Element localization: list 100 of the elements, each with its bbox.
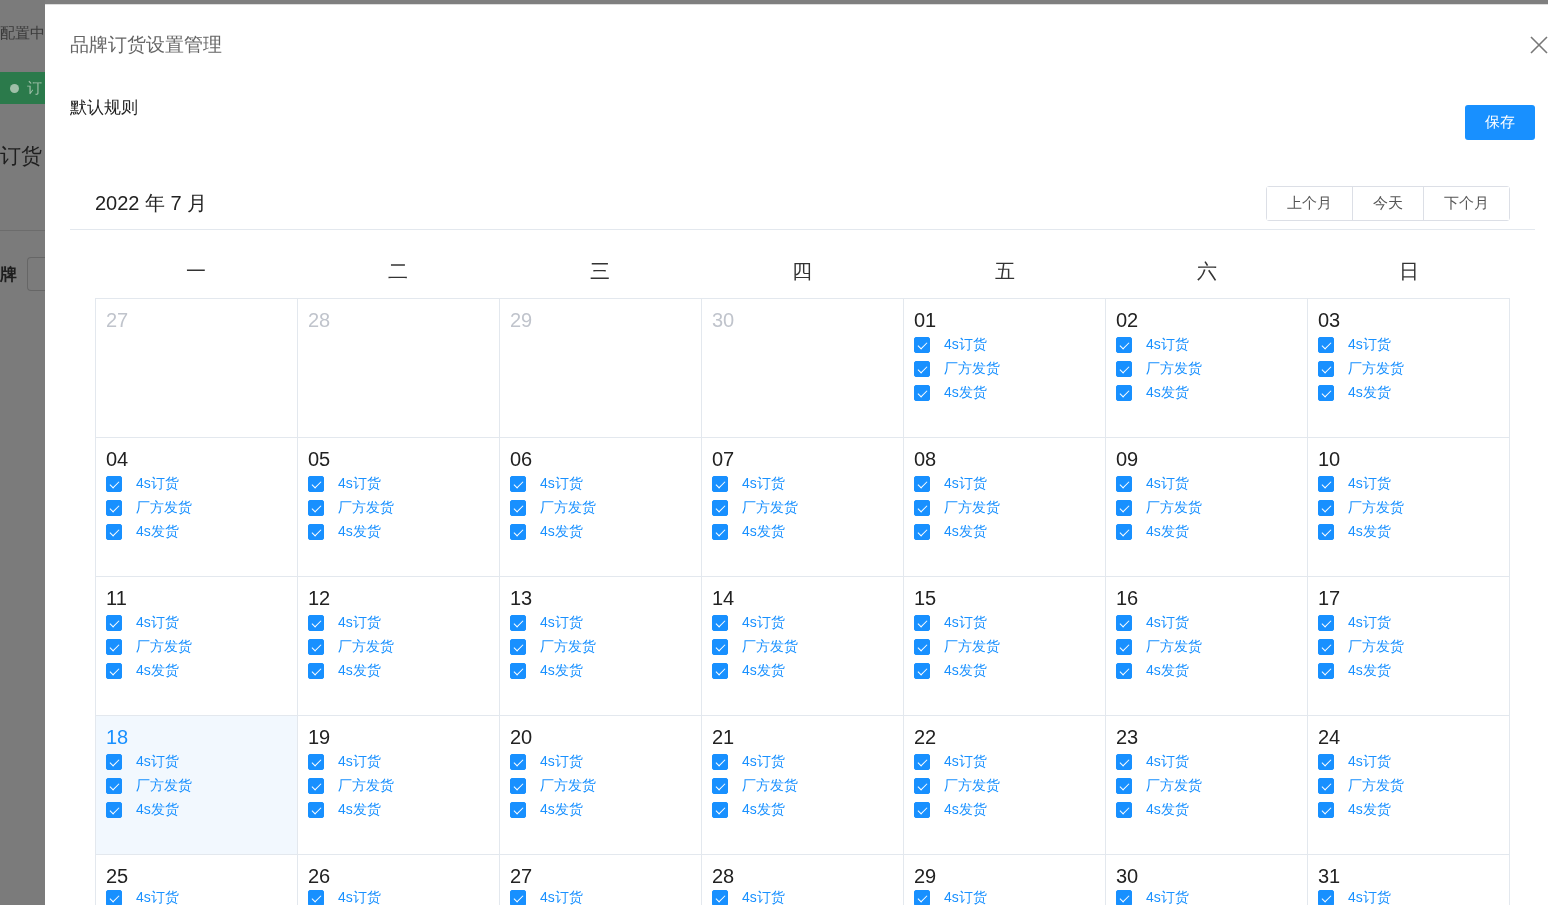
checkbox[interactable] bbox=[1116, 754, 1132, 770]
checkbox[interactable] bbox=[914, 524, 930, 540]
checkbox[interactable] bbox=[914, 890, 930, 905]
checkbox[interactable] bbox=[106, 615, 122, 631]
checkbox[interactable] bbox=[1116, 778, 1132, 794]
day-cell[interactable]: 31 4s订货 bbox=[1308, 855, 1510, 905]
checkbox[interactable] bbox=[914, 476, 930, 492]
checkbox[interactable] bbox=[1318, 337, 1334, 353]
checkbox[interactable] bbox=[914, 802, 930, 818]
checkbox[interactable] bbox=[914, 754, 930, 770]
day-cell[interactable]: 27 4s订货 bbox=[500, 855, 702, 905]
checkbox[interactable] bbox=[1318, 615, 1334, 631]
checkbox[interactable] bbox=[106, 778, 122, 794]
day-cell[interactable]: 30 4s订货 bbox=[1106, 855, 1308, 905]
day-cell[interactable]: 26 4s订货 bbox=[298, 855, 500, 905]
nav-button[interactable]: 下个月 bbox=[1423, 187, 1509, 220]
checkbox[interactable] bbox=[712, 524, 728, 540]
checkbox[interactable] bbox=[914, 361, 930, 377]
checkbox[interactable] bbox=[510, 802, 526, 818]
close-icon[interactable] bbox=[1530, 36, 1548, 54]
checkbox[interactable] bbox=[308, 754, 324, 770]
checkbox[interactable] bbox=[1318, 476, 1334, 492]
day-cell[interactable]: 16 4s订货 厂方发货 4s发货 bbox=[1106, 577, 1308, 716]
checkbox[interactable] bbox=[914, 639, 930, 655]
checkbox[interactable] bbox=[1318, 500, 1334, 516]
checkbox[interactable] bbox=[712, 500, 728, 516]
checkbox[interactable] bbox=[1116, 663, 1132, 679]
day-cell[interactable]: 29 4s订货 bbox=[904, 855, 1106, 905]
checkbox[interactable] bbox=[914, 615, 930, 631]
checkbox[interactable] bbox=[106, 524, 122, 540]
checkbox[interactable] bbox=[510, 639, 526, 655]
checkbox[interactable] bbox=[106, 802, 122, 818]
checkbox[interactable] bbox=[1318, 778, 1334, 794]
checkbox[interactable] bbox=[308, 639, 324, 655]
day-cell[interactable]: 13 4s订货 厂方发货 4s发货 bbox=[500, 577, 702, 716]
checkbox[interactable] bbox=[914, 385, 930, 401]
checkbox[interactable] bbox=[712, 663, 728, 679]
checkbox[interactable] bbox=[510, 890, 526, 905]
checkbox[interactable] bbox=[510, 615, 526, 631]
day-cell[interactable]: 23 4s订货 厂方发货 4s发货 bbox=[1106, 716, 1308, 855]
checkbox[interactable] bbox=[1318, 802, 1334, 818]
day-cell[interactable]: 21 4s订货 厂方发货 4s发货 bbox=[702, 716, 904, 855]
checkbox[interactable] bbox=[106, 639, 122, 655]
day-cell[interactable]: 04 4s订货 厂方发货 4s发货 bbox=[96, 438, 298, 577]
checkbox[interactable] bbox=[712, 639, 728, 655]
checkbox[interactable] bbox=[308, 778, 324, 794]
checkbox[interactable] bbox=[106, 754, 122, 770]
checkbox[interactable] bbox=[914, 663, 930, 679]
checkbox[interactable] bbox=[308, 615, 324, 631]
checkbox[interactable] bbox=[1318, 890, 1334, 905]
checkbox[interactable] bbox=[1116, 337, 1132, 353]
checkbox[interactable] bbox=[106, 500, 122, 516]
checkbox[interactable] bbox=[510, 500, 526, 516]
checkbox[interactable] bbox=[1116, 639, 1132, 655]
checkbox[interactable] bbox=[308, 663, 324, 679]
day-cell[interactable]: 10 4s订货 厂方发货 4s发货 bbox=[1308, 438, 1510, 577]
day-cell[interactable]: 15 4s订货 厂方发货 4s发货 bbox=[904, 577, 1106, 716]
day-cell[interactable]: 07 4s订货 厂方发货 4s发货 bbox=[702, 438, 904, 577]
day-cell[interactable]: 12 4s订货 厂方发货 4s发货 bbox=[298, 577, 500, 716]
checkbox[interactable] bbox=[1116, 615, 1132, 631]
checkbox[interactable] bbox=[1116, 802, 1132, 818]
checkbox[interactable] bbox=[308, 890, 324, 905]
day-cell[interactable]: 03 4s订货 厂方发货 4s发货 bbox=[1308, 299, 1510, 438]
checkbox[interactable] bbox=[914, 778, 930, 794]
day-cell[interactable]: 01 4s订货 厂方发货 4s发货 bbox=[904, 299, 1106, 438]
checkbox[interactable] bbox=[1116, 524, 1132, 540]
checkbox[interactable] bbox=[308, 524, 324, 540]
day-cell[interactable]: 02 4s订货 厂方发货 4s发货 bbox=[1106, 299, 1308, 438]
checkbox[interactable] bbox=[1116, 476, 1132, 492]
day-cell[interactable]: 09 4s订货 厂方发货 4s发货 bbox=[1106, 438, 1308, 577]
checkbox[interactable] bbox=[1318, 639, 1334, 655]
checkbox[interactable] bbox=[1318, 385, 1334, 401]
checkbox[interactable] bbox=[712, 476, 728, 492]
day-cell[interactable]: 28 4s订货 bbox=[702, 855, 904, 905]
checkbox[interactable] bbox=[510, 524, 526, 540]
checkbox[interactable] bbox=[914, 500, 930, 516]
checkbox[interactable] bbox=[1116, 361, 1132, 377]
checkbox[interactable] bbox=[510, 476, 526, 492]
day-cell[interactable]: 06 4s订货 厂方发货 4s发货 bbox=[500, 438, 702, 577]
checkbox[interactable] bbox=[1318, 754, 1334, 770]
checkbox[interactable] bbox=[712, 754, 728, 770]
checkbox[interactable] bbox=[308, 476, 324, 492]
checkbox[interactable] bbox=[106, 663, 122, 679]
checkbox[interactable] bbox=[1116, 500, 1132, 516]
checkbox[interactable] bbox=[510, 754, 526, 770]
checkbox[interactable] bbox=[712, 890, 728, 905]
checkbox[interactable] bbox=[308, 500, 324, 516]
checkbox[interactable] bbox=[712, 615, 728, 631]
checkbox[interactable] bbox=[510, 663, 526, 679]
checkbox[interactable] bbox=[106, 890, 122, 905]
checkbox[interactable] bbox=[1318, 663, 1334, 679]
checkbox[interactable] bbox=[510, 778, 526, 794]
day-cell[interactable]: 25 4s订货 bbox=[96, 855, 298, 905]
checkbox[interactable] bbox=[1116, 385, 1132, 401]
day-cell[interactable]: 20 4s订货 厂方发货 4s发货 bbox=[500, 716, 702, 855]
checkbox[interactable] bbox=[308, 802, 324, 818]
day-cell[interactable]: 19 4s订货 厂方发货 4s发货 bbox=[298, 716, 500, 855]
day-cell[interactable]: 22 4s订货 厂方发货 4s发货 bbox=[904, 716, 1106, 855]
checkbox[interactable] bbox=[1116, 890, 1132, 905]
day-cell[interactable]: 14 4s订货 厂方发货 4s发货 bbox=[702, 577, 904, 716]
